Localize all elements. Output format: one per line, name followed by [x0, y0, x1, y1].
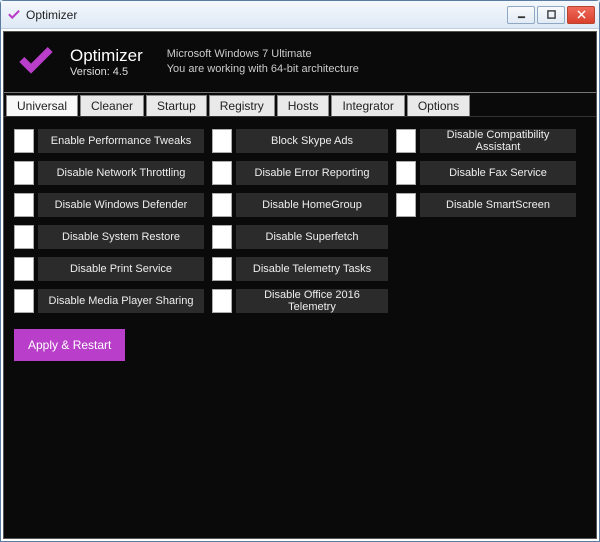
app-icon [7, 8, 21, 22]
option-label[interactable]: Disable SmartScreen [420, 193, 576, 217]
app-name: Optimizer [70, 46, 143, 66]
option-label[interactable]: Enable Performance Tweaks [38, 129, 204, 153]
option-label[interactable]: Disable Media Player Sharing [38, 289, 204, 313]
tab-options[interactable]: Options [407, 95, 470, 116]
checkbox[interactable] [14, 129, 34, 153]
option-label[interactable]: Disable Superfetch [236, 225, 388, 249]
option-block-skype-ads: Block Skype Ads [212, 129, 388, 153]
maximize-button[interactable] [537, 6, 565, 24]
window-title: Optimizer [26, 8, 507, 22]
checkbox[interactable] [396, 193, 416, 217]
minimize-button[interactable] [507, 6, 535, 24]
option-label[interactable]: Disable Error Reporting [236, 161, 388, 185]
checkbox[interactable] [14, 257, 34, 281]
tab-integrator[interactable]: Integrator [331, 95, 404, 116]
checkbox[interactable] [14, 161, 34, 185]
close-button[interactable] [567, 6, 595, 24]
option-network-throttling: Disable Network Throttling [14, 161, 204, 185]
apply-restart-button[interactable]: Apply & Restart [14, 329, 125, 361]
option-label[interactable]: Disable Print Service [38, 257, 204, 281]
app-window: Optimizer Optimizer Version: 4.5 Microso… [0, 0, 600, 542]
option-label[interactable]: Disable HomeGroup [236, 193, 388, 217]
system-meta: Microsoft Windows 7 Ultimate You are wor… [167, 47, 359, 78]
tab-startup[interactable]: Startup [146, 95, 207, 116]
titlebar[interactable]: Optimizer [1, 1, 599, 29]
tab-content: Enable Performance Tweaks Disable Networ… [4, 117, 596, 538]
option-label[interactable]: Disable Office 2016 Telemetry [236, 289, 388, 313]
tab-registry[interactable]: Registry [209, 95, 275, 116]
tabbar: Universal Cleaner Startup Registry Hosts… [4, 92, 596, 117]
checkbox[interactable] [212, 257, 232, 281]
checkbox[interactable] [212, 225, 232, 249]
option-label[interactable]: Disable Telemetry Tasks [236, 257, 388, 281]
logo-checkmark-icon [16, 42, 56, 82]
checkbox[interactable] [212, 129, 232, 153]
os-line: Microsoft Windows 7 Ultimate [167, 47, 359, 62]
option-print-service: Disable Print Service [14, 257, 204, 281]
options-column-1: Enable Performance Tweaks Disable Networ… [14, 129, 204, 313]
checkbox[interactable] [396, 129, 416, 153]
checkbox[interactable] [212, 193, 232, 217]
arch-line: You are working with 64-bit architecture [167, 62, 359, 77]
checkbox[interactable] [396, 161, 416, 185]
option-label[interactable]: Disable System Restore [38, 225, 204, 249]
option-label[interactable]: Disable Fax Service [420, 161, 576, 185]
option-fax-service: Disable Fax Service [396, 161, 576, 185]
options-grid: Enable Performance Tweaks Disable Networ… [14, 129, 586, 313]
option-office-telemetry: Disable Office 2016 Telemetry [212, 289, 388, 313]
option-label[interactable]: Disable Network Throttling [38, 161, 204, 185]
option-telemetry-tasks: Disable Telemetry Tasks [212, 257, 388, 281]
options-column-2: Block Skype Ads Disable Error Reporting … [212, 129, 388, 313]
tab-universal[interactable]: Universal [6, 95, 78, 116]
tab-cleaner[interactable]: Cleaner [80, 95, 144, 116]
checkbox[interactable] [212, 289, 232, 313]
option-homegroup: Disable HomeGroup [212, 193, 388, 217]
option-smartscreen: Disable SmartScreen [396, 193, 576, 217]
checkbox[interactable] [14, 225, 34, 249]
app-meta: Optimizer Version: 4.5 [70, 46, 143, 78]
tab-hosts[interactable]: Hosts [277, 95, 330, 116]
option-error-reporting: Disable Error Reporting [212, 161, 388, 185]
checkbox[interactable] [14, 289, 34, 313]
option-performance-tweaks: Enable Performance Tweaks [14, 129, 204, 153]
window-controls [507, 6, 595, 24]
option-label[interactable]: Disable Windows Defender [38, 193, 204, 217]
option-label[interactable]: Disable Compatibility Assistant [420, 129, 576, 153]
checkbox[interactable] [212, 161, 232, 185]
checkbox[interactable] [14, 193, 34, 217]
option-superfetch: Disable Superfetch [212, 225, 388, 249]
app-header: Optimizer Version: 4.5 Microsoft Windows… [4, 32, 596, 92]
option-system-restore: Disable System Restore [14, 225, 204, 249]
option-compatibility-assistant: Disable Compatibility Assistant [396, 129, 576, 153]
options-column-3: Disable Compatibility Assistant Disable … [396, 129, 576, 313]
option-media-player-sharing: Disable Media Player Sharing [14, 289, 204, 313]
option-label[interactable]: Block Skype Ads [236, 129, 388, 153]
option-windows-defender: Disable Windows Defender [14, 193, 204, 217]
client-area: Optimizer Version: 4.5 Microsoft Windows… [3, 31, 597, 539]
app-version: Version: 4.5 [70, 66, 143, 78]
